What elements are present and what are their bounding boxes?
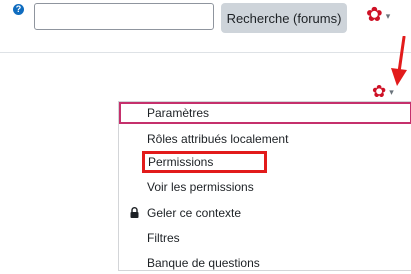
- top-bar: ? Recherche (forums) ✿ ▾: [0, 0, 411, 50]
- page-settings-menu-toggle[interactable]: ✿ ▾: [366, 2, 398, 28]
- header-divider: [0, 52, 411, 53]
- gear-icon: ✿: [372, 81, 387, 101]
- chevron-down-icon: ▾: [385, 10, 391, 21]
- chevron-down-icon: ▾: [389, 86, 394, 97]
- lock-icon: [130, 207, 139, 218]
- menu-item-banque-questions[interactable]: Banque de questions: [119, 252, 411, 274]
- menu-item-voir-permissions[interactable]: Voir les permissions: [119, 176, 411, 198]
- search-input[interactable]: [34, 3, 214, 30]
- question-circle-icon[interactable]: ?: [13, 4, 24, 15]
- search-forums-button[interactable]: Recherche (forums): [221, 3, 347, 33]
- gear-icon: ✿: [366, 4, 383, 26]
- red-arrow-annotation: [391, 36, 407, 86]
- menu-item-geler-contexte[interactable]: Geler ce contexte: [119, 202, 411, 224]
- menu-item-permissions[interactable]: Permissions: [142, 151, 267, 173]
- menu-item-filtres[interactable]: Filtres: [119, 227, 411, 249]
- menu-item-roles-attribues[interactable]: Rôles attribués localement: [119, 128, 411, 150]
- action-menu-dropdown: Paramètres Rôles attribués localement Pe…: [118, 101, 411, 271]
- action-menu-toggle[interactable]: ✿ ▾: [372, 81, 404, 101]
- menu-item-permissions-row: Permissions: [119, 151, 411, 173]
- menu-item-parametres[interactable]: Paramètres: [119, 102, 411, 124]
- menu-item-label: Geler ce contexte: [147, 206, 242, 220]
